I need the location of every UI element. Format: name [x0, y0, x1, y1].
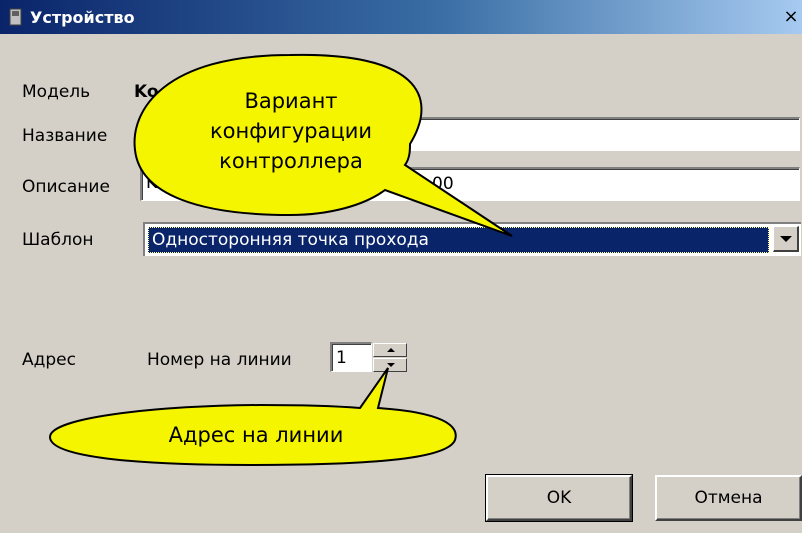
window-title: Устройство: [30, 7, 135, 27]
title-bar[interactable]: Устройство ×: [0, 0, 802, 34]
description-value-tail: 00: [432, 174, 454, 194]
config-callout-line3: контроллера: [219, 149, 363, 173]
stepper-up-icon[interactable]: [373, 343, 407, 357]
line-number-label: Номер на линии: [147, 350, 292, 370]
device-icon: [8, 8, 24, 26]
config-callout-line1: Вариант: [244, 89, 338, 113]
callouts-layer: [48, 53, 513, 467]
template-label: Шаблон: [22, 230, 94, 250]
description-value: Ko: [146, 173, 167, 193]
close-icon[interactable]: ×: [780, 4, 802, 30]
name-label: Название: [22, 126, 108, 146]
model-label: Модель: [22, 82, 91, 102]
stepper-down-icon[interactable]: [373, 358, 407, 372]
address-callout-text: Адрес на линии: [168, 423, 344, 447]
template-selected-value: Односторонняя точка прохода: [148, 227, 769, 253]
template-select[interactable]: Односторонняя точка прохода: [143, 222, 801, 256]
address-label: Адрес: [22, 350, 76, 370]
line-number-input[interactable]: 1: [330, 342, 372, 372]
model-value: Ko: [134, 82, 159, 102]
description-label: Описание: [22, 177, 110, 197]
line-number-stepper[interactable]: [373, 343, 409, 373]
config-callout-line2: конфигурации: [209, 119, 373, 143]
cancel-button[interactable]: Отмена: [655, 475, 802, 521]
chevron-down-icon[interactable]: [773, 226, 799, 252]
address-callout-bubble: [48, 367, 457, 467]
ok-button[interactable]: OK: [485, 474, 633, 522]
device-dialog: Устройство × Модель Ko 00 Название Описа…: [0, 0, 802, 533]
